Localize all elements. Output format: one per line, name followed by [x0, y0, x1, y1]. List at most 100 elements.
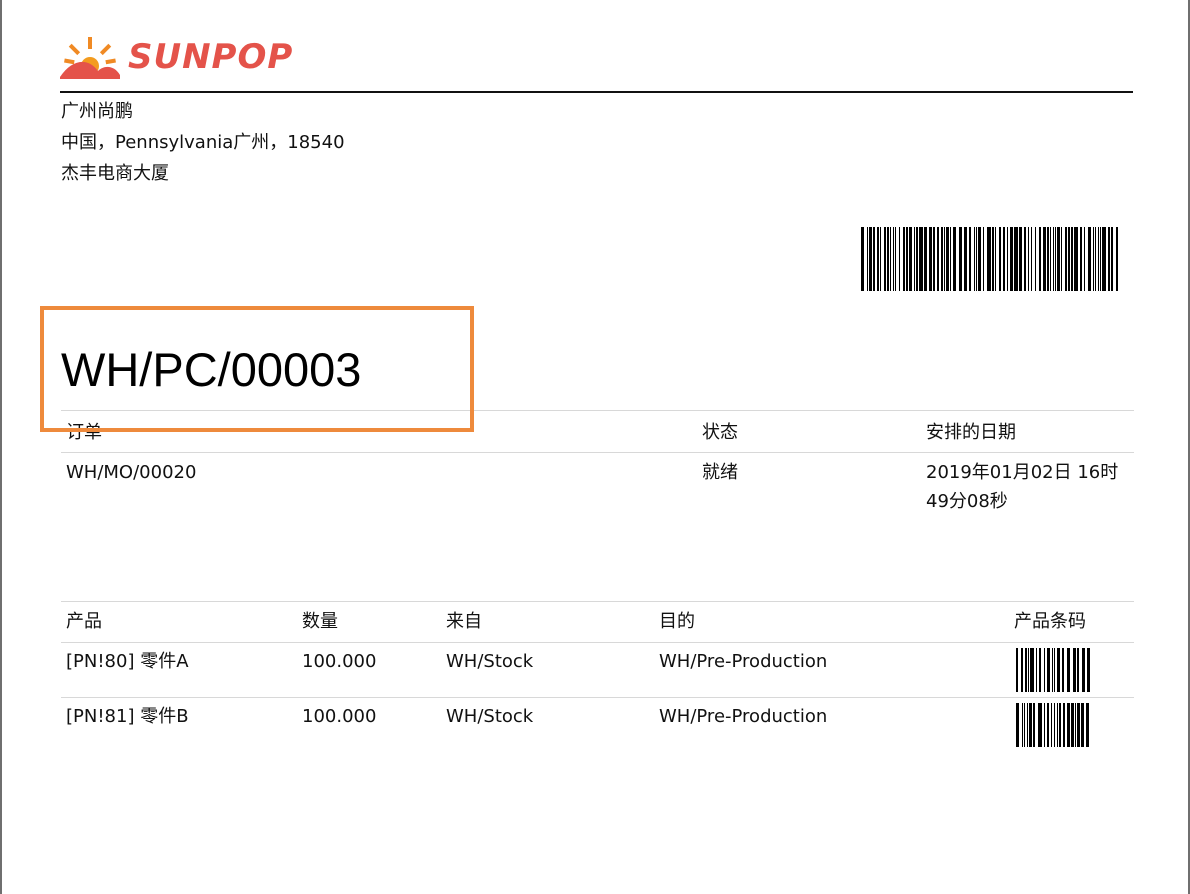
barcode-bar	[1035, 227, 1036, 291]
barcode-bar	[884, 227, 886, 291]
barcode-bar	[877, 227, 879, 291]
barcode-bar	[1029, 703, 1032, 747]
company-address: 广州尚鹏 中国，Pennsylvania广州，18540 杰丰电商大厦	[61, 96, 345, 189]
barcode-bar	[933, 227, 935, 291]
product-row-2-product: [PN!81] 零件B	[66, 706, 189, 727]
barcode-bar	[1061, 227, 1062, 291]
barcode-bar	[1047, 703, 1049, 747]
barcode-bar	[895, 227, 896, 291]
barcode-bar	[1075, 703, 1076, 747]
picking-document: SUNPOP 广州尚鹏 中国，Pennsylvania广州，18540 杰丰电商…	[0, 0, 1190, 894]
products-table-header-rule	[61, 642, 1134, 643]
product-row-1-barcode	[1016, 648, 1090, 692]
address-line-2: 杰丰电商大厦	[61, 163, 169, 184]
barcode-bar	[861, 227, 864, 291]
barcode-bar	[1067, 703, 1070, 747]
order-scheduled-line-1: 2019年01月02日 16时	[926, 462, 1119, 483]
barcode-bar	[1024, 227, 1026, 291]
barcode-bar	[1039, 648, 1041, 692]
barcode-bar	[976, 227, 977, 291]
order-header-scheduled: 安排的日期	[926, 422, 1016, 443]
barcode-bar	[1098, 227, 1099, 291]
barcode-bar	[1073, 648, 1076, 692]
barcode-bar	[1003, 227, 1005, 291]
barcode-bar	[1086, 703, 1089, 747]
barcode-bar	[887, 227, 889, 291]
barcode-bar	[1084, 227, 1085, 291]
product-row-1-to: WH/Pre-Production	[659, 651, 828, 672]
barcode-bar	[1077, 648, 1079, 692]
company-name: 广州尚鹏	[61, 101, 133, 122]
order-table-header-rule	[61, 452, 1134, 453]
products-header-barcode: 产品条码	[1014, 611, 1086, 632]
barcode-bar	[1071, 703, 1074, 747]
barcode-bar	[1050, 227, 1051, 291]
barcode-bar	[1057, 648, 1060, 692]
barcode-bar	[1010, 227, 1013, 291]
product-row-1-product: [PN!80] 零件A	[66, 651, 189, 672]
barcode-bar	[1071, 227, 1073, 291]
barcode-bar	[1030, 648, 1034, 692]
company-logo: SUNPOP	[58, 34, 293, 80]
barcode-bar	[950, 227, 951, 291]
barcode-bar	[1052, 648, 1053, 692]
barcode-bar	[1095, 227, 1096, 291]
barcode-bar	[867, 227, 868, 291]
barcode-bar	[1028, 227, 1029, 291]
barcode-bar	[1027, 703, 1028, 747]
barcode-bar	[1088, 227, 1091, 291]
barcode-bar	[919, 227, 923, 291]
barcode-bar	[1054, 703, 1055, 747]
barcode-bar	[1102, 227, 1106, 291]
barcode-bar	[1039, 227, 1041, 291]
products-header-quantity: 数量	[302, 611, 338, 632]
barcode-bar	[1062, 648, 1064, 692]
barcode-bar	[969, 227, 971, 291]
barcode-bar	[1068, 227, 1070, 291]
barcode-bar	[880, 227, 881, 291]
barcode-bar	[1100, 227, 1101, 291]
barcode-bar	[1021, 648, 1023, 692]
barcode-bar	[1074, 227, 1078, 291]
barcode-bar	[1044, 703, 1045, 747]
barcode-bar	[1055, 227, 1056, 291]
header-divider	[60, 91, 1133, 93]
barcode-bar	[1019, 227, 1022, 291]
barcode-bar	[964, 227, 967, 291]
barcode-bar	[1025, 648, 1027, 692]
barcode-bar	[1043, 227, 1046, 291]
barcode-bar	[1065, 227, 1067, 291]
barcode-bar	[1057, 703, 1058, 747]
barcode-bar	[1081, 703, 1084, 747]
order-status-value: 就绪	[702, 462, 738, 483]
barcode-bar	[1007, 227, 1008, 291]
document-reference: WH/PC/00003	[61, 343, 362, 396]
product-row-2-quantity: 100.000	[302, 706, 377, 727]
barcode-bar	[1093, 227, 1094, 291]
barcode-bar	[1031, 227, 1032, 291]
page-left-edge	[0, 0, 2, 894]
barcode-bar	[983, 227, 984, 291]
barcode-bar	[1063, 703, 1065, 747]
barcode-bar	[893, 227, 894, 291]
barcode-bar	[1014, 227, 1018, 291]
barcode-bar	[941, 227, 943, 291]
barcode-bar	[1022, 703, 1023, 747]
product-row-1-from: WH/Stock	[446, 651, 534, 672]
product-row-2-barcode	[1016, 703, 1089, 747]
logo-wordmark: SUNPOP	[128, 37, 294, 77]
barcode-bar	[1057, 227, 1060, 291]
barcode-bar	[1116, 227, 1118, 291]
barcode-bar	[1036, 648, 1037, 692]
barcode-bar	[999, 227, 1001, 291]
barcode-bar	[1028, 648, 1029, 692]
barcode-bar	[1082, 648, 1085, 692]
barcode-bar	[1016, 703, 1019, 747]
barcode-bar	[929, 227, 932, 291]
barcode-bar	[890, 227, 891, 291]
product-row-1-rule	[61, 697, 1134, 698]
barcode-bar	[937, 227, 939, 291]
barcode-bar	[1044, 648, 1045, 692]
barcode-bar	[1087, 648, 1090, 692]
barcode-bar	[953, 227, 956, 291]
